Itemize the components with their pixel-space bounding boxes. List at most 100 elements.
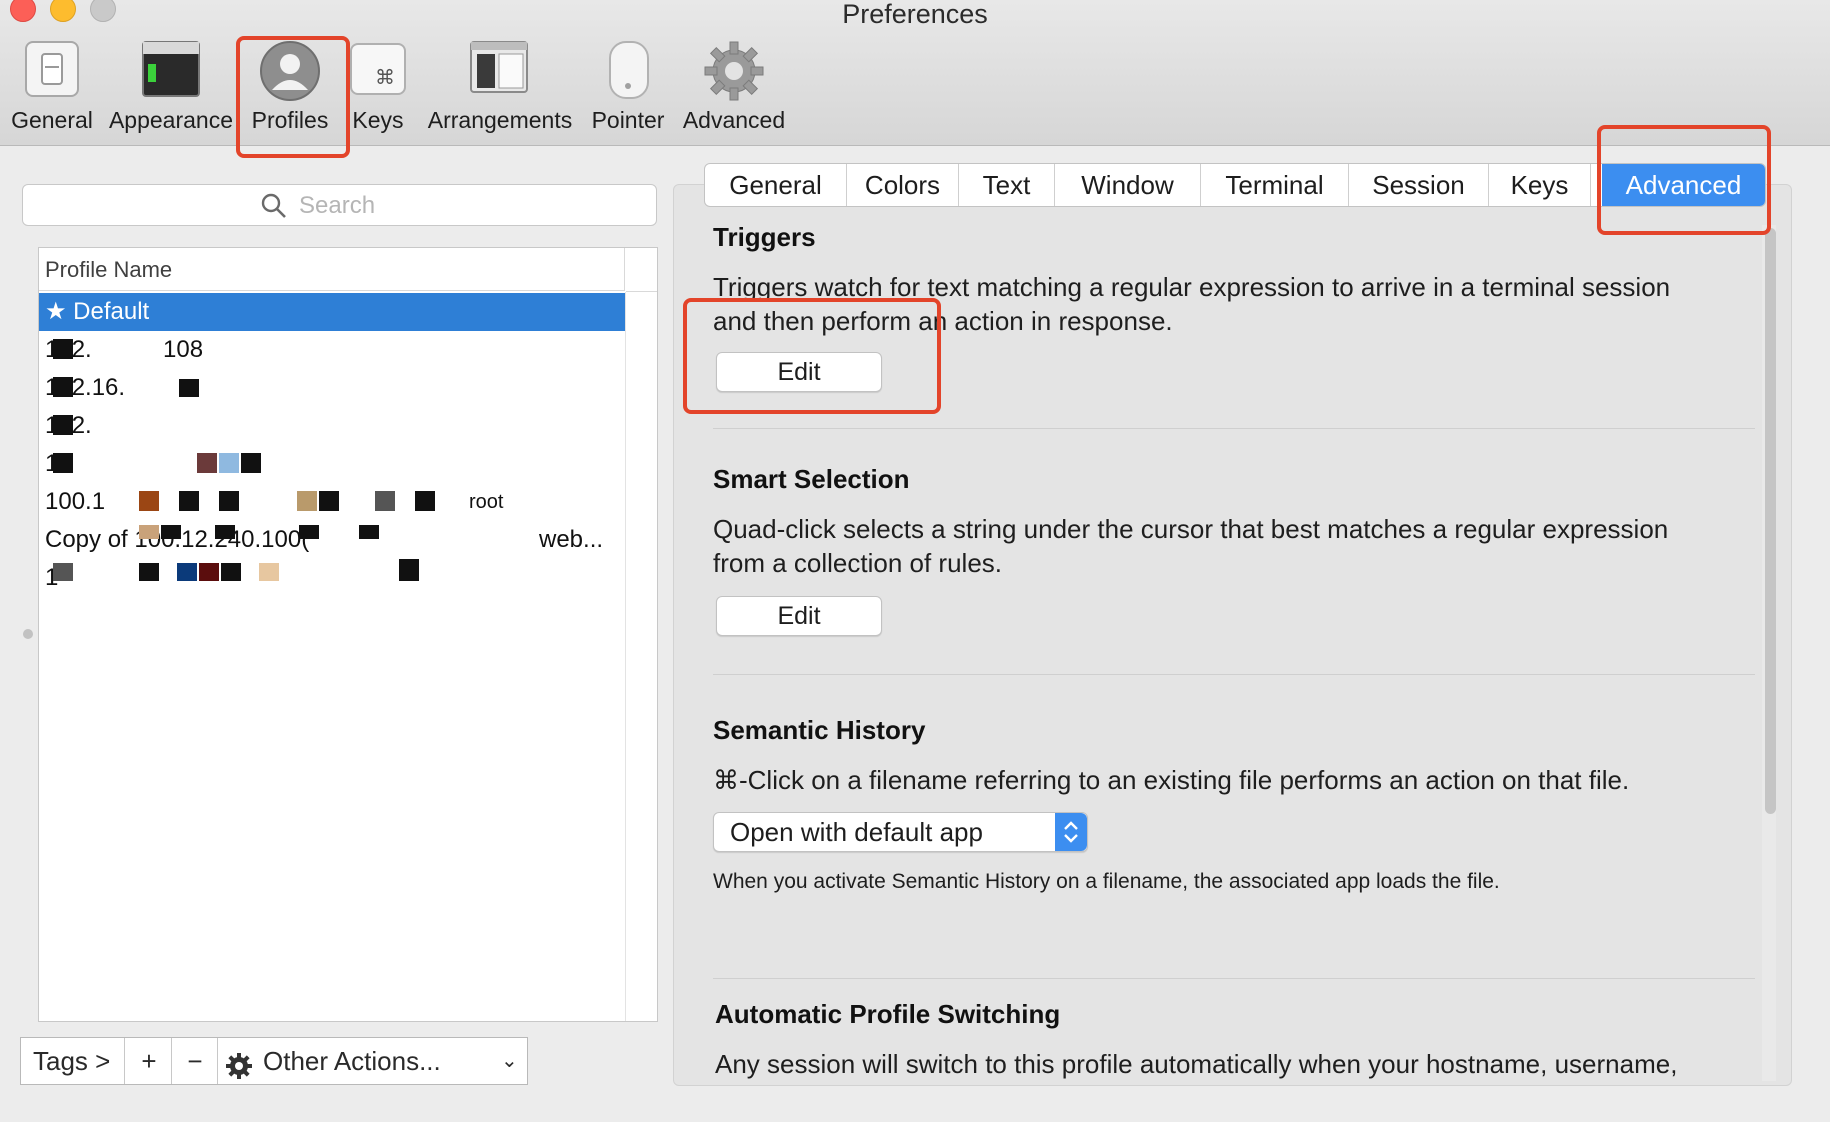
redaction-block <box>297 491 317 511</box>
tab-general[interactable]: General <box>705 164 847 206</box>
updown-arrows-icon <box>1055 813 1087 851</box>
section-divider <box>713 978 1755 979</box>
window-title: Preferences <box>842 0 988 29</box>
redaction-block <box>179 379 199 397</box>
tab-session[interactable]: Session <box>1349 164 1489 206</box>
redaction-block <box>215 525 235 539</box>
smart-selection-description-line1: Quad-click selects a string under the cu… <box>713 514 1669 544</box>
section-divider <box>713 428 1755 429</box>
semantic-history-description: ⌘-Click on a filename referring to an ex… <box>713 765 1630 795</box>
redaction-block <box>53 377 73 397</box>
profiles-highlight-box <box>236 36 350 158</box>
column-divider <box>625 292 626 1021</box>
toolbar-appearance[interactable]: Appearance <box>106 40 236 135</box>
scrollbar-thumb[interactable] <box>1765 228 1776 814</box>
profile-row-suffix: 108 <box>163 336 204 363</box>
tab-terminal[interactable]: Terminal <box>1201 164 1349 206</box>
redaction-block <box>139 491 159 511</box>
redaction-block <box>375 491 395 511</box>
profile-row[interactable]: 100.1 root <box>39 483 625 521</box>
separator <box>171 1038 172 1084</box>
tab-keys[interactable]: Keys <box>1489 164 1591 206</box>
redaction-block <box>219 491 239 511</box>
mouse-icon <box>598 40 658 107</box>
redaction-block <box>319 491 339 511</box>
redaction-block <box>197 453 217 473</box>
column-header-filler <box>626 248 657 292</box>
triggers-highlight-box <box>683 298 941 414</box>
redaction-block <box>219 453 239 473</box>
profile-row-suffix: web... <box>539 526 604 553</box>
other-actions-label: Other Actions... <box>263 1046 441 1076</box>
redaction-block <box>139 525 159 539</box>
gear-icon <box>225 1048 253 1094</box>
auto-profile-switching-title: Automatic Profile Switching <box>715 999 1061 1029</box>
redaction-block <box>53 453 73 473</box>
profile-row-suffix: root <box>469 491 504 513</box>
profile-name-column-header[interactable]: Profile Name <box>39 248 625 291</box>
advanced-tab-highlight-box <box>1597 125 1771 235</box>
remove-profile-button[interactable]: − <box>181 1038 209 1084</box>
smart-selection-description-line2: from a collection of rules. <box>713 548 1003 578</box>
redaction-block <box>179 491 199 511</box>
profile-row[interactable]: 172. 108 <box>39 331 625 369</box>
redaction-block <box>139 563 159 581</box>
profile-row[interactable]: 1 <box>39 559 625 597</box>
search-placeholder: Search <box>299 192 376 219</box>
resize-handle-dot <box>23 629 33 639</box>
svg-text:⌘: ⌘ <box>375 65 395 89</box>
tab-colors[interactable]: Colors <box>847 164 959 206</box>
redaction-block <box>53 415 73 435</box>
add-profile-button[interactable]: + <box>135 1038 163 1084</box>
redaction-block <box>299 525 319 539</box>
smart-selection-title: Smart Selection <box>713 464 910 494</box>
redaction-block <box>259 563 279 581</box>
profile-actions-bar: Tags > + − Other Actions... ⌄ <box>20 1037 528 1085</box>
arrangements-window-icon <box>469 40 531 103</box>
toolbar-advanced[interactable]: Advanced <box>680 40 788 135</box>
general-switch-icon <box>24 40 80 103</box>
search-icon <box>261 193 287 224</box>
toolbar-advanced-label: Advanced <box>682 107 786 133</box>
section-divider <box>713 674 1755 675</box>
other-actions-menu[interactable]: Other Actions... ⌄ <box>225 1038 525 1084</box>
gear-icon <box>703 40 765 107</box>
profile-row[interactable]: 172. <box>39 407 625 445</box>
toolbar-appearance-label: Appearance <box>108 107 234 133</box>
redaction-block <box>221 563 241 581</box>
redaction-block <box>241 453 261 473</box>
tab-text[interactable]: Text <box>959 164 1055 206</box>
tags-button[interactable]: Tags > <box>33 1038 110 1084</box>
semantic-history-title: Semantic History <box>713 715 926 745</box>
smart-selection-edit-button[interactable]: Edit <box>716 596 882 636</box>
redaction-block <box>177 563 197 581</box>
toolbar-keys[interactable]: ⌘ Keys <box>346 40 410 135</box>
toolbar-arrangements[interactable]: Arrangements <box>424 40 576 135</box>
auto-profile-switching-description: Any session will switch to this profile … <box>715 1049 1678 1079</box>
semantic-history-action-select[interactable]: Open with default app <box>713 812 1088 852</box>
semantic-history-select-value: Open with default app <box>730 817 983 847</box>
toolbar-general[interactable]: General <box>4 40 100 135</box>
toolbar-pointer-label: Pointer <box>591 107 665 133</box>
redaction-block <box>161 525 181 539</box>
toolbar-general-label: General <box>11 107 93 133</box>
toolbar-arrangements-label: Arrangements <box>427 107 573 133</box>
command-key-icon: ⌘ <box>349 40 407 103</box>
separator <box>217 1038 218 1084</box>
profile-row[interactable]: Copy of 100.12.240.100( web... <box>39 521 625 559</box>
tab-window[interactable]: Window <box>1055 164 1201 206</box>
profile-row[interactable]: 1 <box>39 445 625 483</box>
profile-list[interactable]: Profile Name ★ Default 172. 108 172.16. … <box>38 247 658 1022</box>
profile-row[interactable]: ★ Default <box>39 293 625 331</box>
appearance-window-icon <box>142 40 200 103</box>
redaction-block <box>199 563 219 581</box>
profile-row[interactable]: 172.16. <box>39 369 625 407</box>
redaction-block <box>53 339 73 359</box>
toolbar-keys-label: Keys <box>352 107 404 133</box>
toolbar-pointer[interactable]: Pointer <box>588 40 668 135</box>
redaction-block <box>53 563 73 581</box>
chevron-down-icon: ⌄ <box>501 1050 518 1072</box>
profile-row-label: 100.1 <box>45 488 106 515</box>
triggers-title: Triggers <box>713 222 816 252</box>
profile-search-field[interactable]: Search <box>22 184 657 226</box>
